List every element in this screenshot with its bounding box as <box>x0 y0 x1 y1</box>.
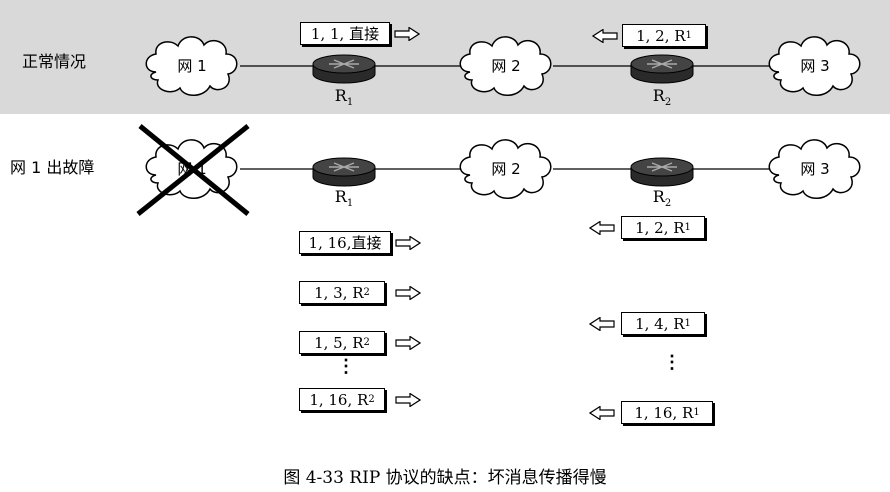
message-r1-normal: 1, 1, 直接 <box>300 22 420 45</box>
right-arrow-icon <box>395 235 421 250</box>
router-r1-fault-label: R1 <box>334 187 354 210</box>
left-arrow-icon <box>589 220 615 235</box>
net3-label: 网 3 <box>800 57 830 75</box>
left-arrow-icon <box>592 28 618 43</box>
message-r1-fault-1: 1, 16,直接 <box>299 231 421 254</box>
figure: 正常情况 网 1 出故障 网 1 网 2 网 3 网 1 网 2 网 3 R1 … <box>0 0 890 492</box>
message-r2-fault-2: 1, 4, R1 <box>589 312 705 335</box>
right-arrow-icon <box>394 26 420 41</box>
message-box: 1, 2, R1 <box>622 24 706 47</box>
message-box: 1, 1, 直接 <box>300 22 390 45</box>
row-label-fault: 网 1 出故障 <box>10 158 95 177</box>
right-arrow-icon <box>395 335 421 350</box>
message-box: 1, 3, R2 <box>299 281 385 304</box>
message-box: 1, 16, R2 <box>299 388 385 411</box>
message-box: 1, 4, R1 <box>621 312 705 335</box>
message-r2-fault-3: 1, 16, R1 <box>589 401 713 424</box>
message-box: 1, 16,直接 <box>299 231 391 254</box>
ellipsis-right: ⋮ <box>663 352 681 373</box>
network-diagram-art <box>136 36 861 216</box>
message-r1-fault-4: 1, 16, R2 <box>299 388 421 411</box>
router-r1-icon <box>312 54 376 84</box>
figure-caption: 图 4-33 RIP 协议的缺点：坏消息传播得慢 <box>283 468 607 488</box>
net1-fault-label: 网 1 <box>177 160 207 178</box>
right-arrow-icon <box>395 285 421 300</box>
router-r1-fault-icon <box>312 157 376 187</box>
message-box: 1, 2, R1 <box>621 216 705 239</box>
message-r1-fault-3: 1, 5, R2 <box>299 331 421 354</box>
left-arrow-icon <box>589 316 615 331</box>
net2-fault-label: 网 2 <box>491 160 521 178</box>
right-arrow-icon <box>395 392 421 407</box>
router-r2-icon <box>630 54 694 84</box>
router-r2-label: R2 <box>652 86 672 109</box>
message-r2-normal: 1, 2, R1 <box>592 24 706 47</box>
router-r2-fault-label: R2 <box>652 187 672 210</box>
message-box: 1, 16, R1 <box>621 401 713 424</box>
net2-label: 网 2 <box>491 57 521 75</box>
net3-fault-label: 网 3 <box>800 160 830 178</box>
message-r1-fault-2: 1, 3, R2 <box>299 281 421 304</box>
message-r2-fault-1: 1, 2, R1 <box>589 216 705 239</box>
net1-label: 网 1 <box>177 57 207 75</box>
message-box: 1, 5, R2 <box>299 331 385 354</box>
left-arrow-icon <box>589 405 615 420</box>
router-r1-label: R1 <box>334 86 354 109</box>
row-label-normal: 正常情况 <box>22 52 87 71</box>
router-r2-fault-icon <box>630 157 694 187</box>
ellipsis-left: ⋮ <box>337 356 355 377</box>
